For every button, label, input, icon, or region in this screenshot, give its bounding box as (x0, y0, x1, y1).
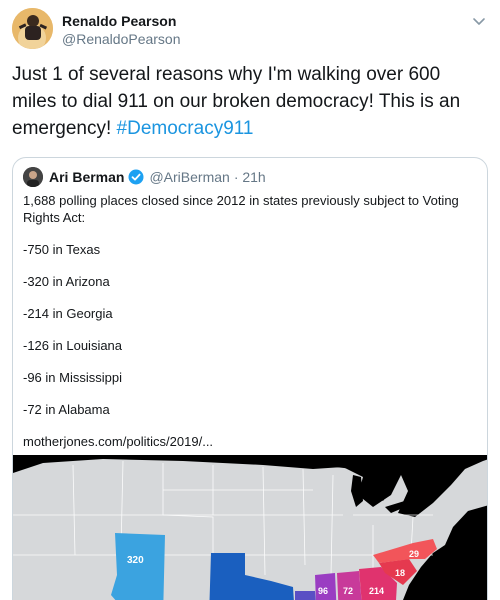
polling-closures-map[interactable]: 320 126 96 72 214 18 29 (13, 455, 487, 600)
map-state-arizona (111, 533, 165, 600)
quoted-intro: 1,688 polling places closed since 2012 i… (23, 193, 459, 225)
list-item-alabama: -72 in Alabama (23, 402, 110, 417)
list-item-texas: -750 in Texas (23, 242, 101, 257)
verified-badge-icon (128, 169, 144, 185)
tweet-text: Just 1 of several reasons why I'm walkin… (12, 61, 488, 142)
map-label-north-carolina: 29 (409, 549, 419, 559)
quoted-author-avatar (23, 167, 43, 187)
quoted-tweet-body: 1,688 polling places closed since 2012 i… (23, 192, 479, 465)
list-item-arizona: -320 in Arizona (23, 274, 110, 289)
quoted-timestamp: · 21h (233, 169, 266, 185)
list-item-mississippi: -96 in Mississippi (23, 370, 122, 385)
author-avatar[interactable] (12, 8, 53, 49)
tweet-header: Renaldo Pearson @RenaldoPearson (0, 0, 500, 56)
map-label-arizona: 320 (127, 555, 144, 566)
map-label-alabama: 72 (343, 586, 353, 596)
map-label-mississippi: 96 (318, 586, 328, 596)
quoted-author-name: Ari Berman (49, 169, 125, 185)
map-label-georgia: 214 (369, 586, 384, 596)
list-item-louisiana: -126 in Louisiana (23, 338, 123, 353)
quoted-author-handle: @AriBerman (149, 169, 230, 185)
author-name[interactable]: Renaldo Pearson (62, 13, 176, 29)
chevron-down-icon[interactable] (470, 12, 488, 30)
quoted-tweet-card[interactable]: Ari Berman @AriBerman · 21h 1,688 pollin… (12, 157, 488, 600)
map-label-south-carolina: 18 (395, 568, 405, 578)
quoted-link[interactable]: motherjones.com/politics/2019/... (23, 433, 479, 450)
list-item-georgia: -214 in Georgia (23, 306, 113, 321)
author-handle[interactable]: @RenaldoPearson (62, 31, 181, 47)
hashtag-link[interactable]: #Democracy911 (117, 118, 254, 139)
quoted-tweet-header: Ari Berman @AriBerman · 21h (23, 167, 266, 187)
